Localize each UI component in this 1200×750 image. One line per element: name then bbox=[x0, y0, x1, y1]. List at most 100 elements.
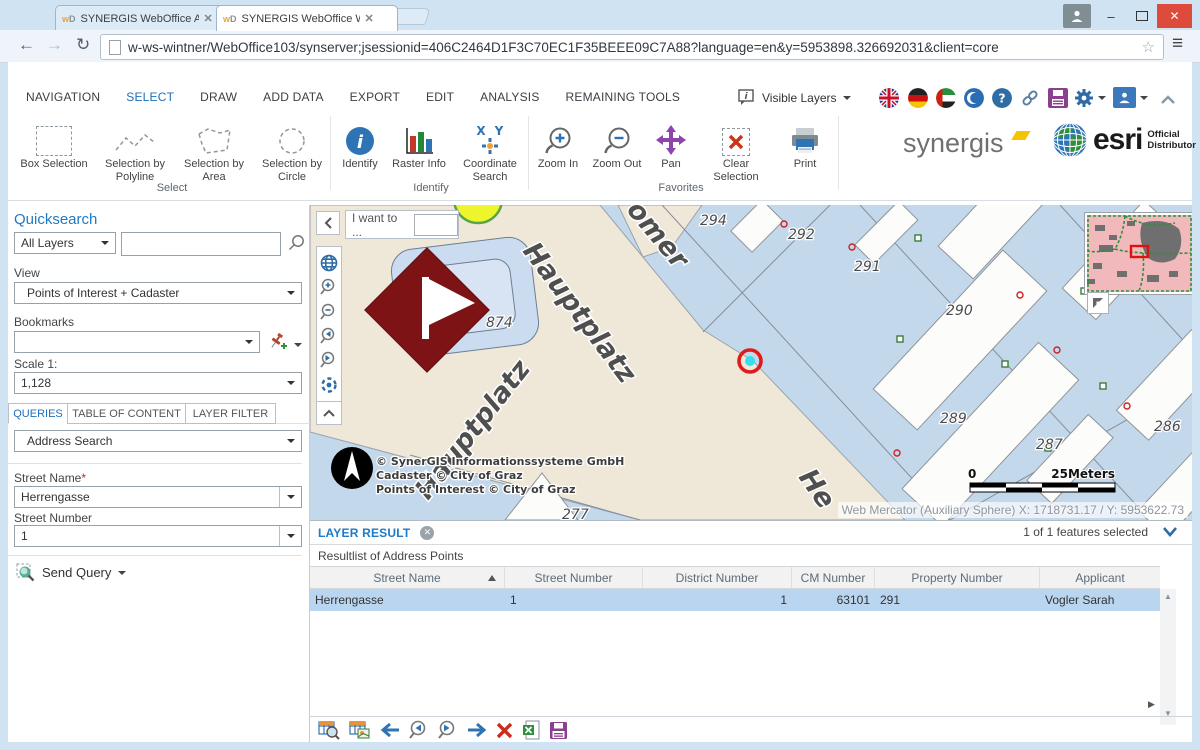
bookmarks-select[interactable] bbox=[14, 331, 260, 353]
forward-icon[interactable]: → bbox=[46, 35, 63, 55]
ribbon-tab-add-data[interactable]: ADD DATA bbox=[263, 90, 324, 104]
column-header[interactable]: Applicant bbox=[1040, 566, 1160, 589]
profile-button[interactable] bbox=[1063, 4, 1091, 28]
zoom-to-result-icon[interactable] bbox=[318, 720, 340, 740]
globe-icon[interactable] bbox=[320, 254, 338, 272]
url-bar[interactable]: w-ws-wintner/WebOffice103/synserver;jses… bbox=[100, 34, 1164, 60]
map-canvas[interactable]: Hauptplatz Pomer Hauptplatz He 874 294 2… bbox=[310, 205, 1192, 520]
sidebar-tab-layer-filter[interactable]: LAYER FILTER bbox=[185, 403, 276, 424]
print-button[interactable]: Print bbox=[780, 114, 830, 171]
selection-by-circle-button[interactable]: Selection by Circle bbox=[254, 114, 330, 184]
result-to-map-icon[interactable] bbox=[349, 720, 371, 740]
scale-select[interactable]: 1,128 bbox=[14, 372, 302, 394]
user-menu-button[interactable] bbox=[1113, 87, 1148, 108]
close-button[interactable]: ✕ bbox=[1157, 4, 1192, 28]
pan-button[interactable]: Pan bbox=[648, 114, 694, 171]
identify-button[interactable]: i Identify bbox=[336, 114, 384, 171]
search-icon[interactable] bbox=[288, 234, 305, 251]
i-want-to-widget[interactable]: I want to ... bbox=[345, 210, 459, 239]
zoom-previous-icon[interactable] bbox=[409, 720, 429, 740]
street-name-select[interactable]: Herrengasse bbox=[14, 486, 302, 508]
flag-crescent-icon[interactable] bbox=[964, 88, 984, 108]
reload-icon[interactable]: ↻ bbox=[76, 35, 90, 55]
column-header[interactable]: Street Number bbox=[505, 566, 643, 589]
quicksearch-input[interactable] bbox=[121, 232, 281, 256]
ribbon-tab-navigation[interactable]: NAVIGATION bbox=[26, 90, 100, 104]
ribbon-tab-edit[interactable]: EDIT bbox=[426, 90, 454, 104]
raster-info-button[interactable]: Raster Info bbox=[388, 114, 450, 171]
save-result-icon[interactable] bbox=[549, 721, 568, 740]
bookmark-star-icon[interactable]: ☆ bbox=[1142, 38, 1155, 56]
browser-tab-2[interactable]: wD SYNERGIS WebOffice Web ✕ bbox=[216, 5, 398, 31]
street-number-select[interactable]: 1 bbox=[14, 525, 302, 547]
map-viewport[interactable]: Hauptplatz Pomer Hauptplatz He 874 294 2… bbox=[310, 205, 1192, 520]
zoom-next-icon[interactable] bbox=[438, 720, 458, 740]
selection-by-polyline-button[interactable]: Selection by Polyline bbox=[96, 114, 174, 184]
view-select[interactable]: Points of Interest + Cadaster bbox=[14, 282, 302, 304]
minimize-button[interactable]: – bbox=[1096, 4, 1126, 28]
visible-layers-button[interactable]: i Visible Layers bbox=[738, 86, 851, 109]
tab-close-icon[interactable]: ✕ bbox=[204, 12, 213, 25]
add-bookmark-icon[interactable] bbox=[266, 331, 288, 353]
next-record-icon[interactable] bbox=[467, 722, 487, 738]
previous-record-icon[interactable] bbox=[380, 722, 400, 738]
browser-tab-1[interactable]: wD SYNERGIS WebOffice Adm ✕ bbox=[55, 5, 227, 31]
column-header[interactable]: CM Number bbox=[792, 566, 875, 589]
collapse-sidebar-button[interactable] bbox=[316, 211, 340, 235]
clear-selection-button[interactable]: Clear Selection bbox=[700, 114, 772, 184]
ribbon-tab-remaining-tools[interactable]: REMAINING TOOLS bbox=[566, 90, 681, 104]
query-select[interactable]: Address Search bbox=[14, 430, 302, 452]
zoom-in-button[interactable]: Zoom In bbox=[532, 114, 584, 171]
layer-result-tab[interactable]: LAYER RESULT bbox=[318, 526, 410, 540]
collapse-panel-icon[interactable] bbox=[1162, 526, 1178, 538]
maximize-button[interactable] bbox=[1127, 4, 1157, 28]
zoom-out-button[interactable]: Zoom Out bbox=[588, 114, 646, 171]
tab-close-icon[interactable]: ✕ bbox=[365, 12, 374, 25]
back-icon[interactable]: ← bbox=[18, 35, 35, 55]
sidebar-tab-table-of-content[interactable]: TABLE OF CONTENT bbox=[67, 403, 186, 424]
export-excel-icon[interactable] bbox=[522, 720, 540, 740]
send-query-button[interactable]: Send Query bbox=[16, 563, 126, 582]
zoom-out-icon[interactable] bbox=[320, 303, 338, 321]
next-extent-icon[interactable] bbox=[320, 351, 338, 369]
flag-uk-icon[interactable] bbox=[879, 88, 899, 108]
save-config-icon[interactable] bbox=[1048, 88, 1068, 108]
ribbon-tab-export[interactable]: EXPORT bbox=[350, 90, 400, 104]
locate-icon[interactable] bbox=[320, 376, 338, 394]
quicksearch-layer-select[interactable]: All Layers bbox=[14, 232, 116, 254]
dropdown-caret-button[interactable] bbox=[279, 487, 301, 507]
map-toolbar-collapse-button[interactable] bbox=[316, 401, 342, 425]
bookmark-menu-chevron-icon[interactable] bbox=[294, 343, 302, 351]
settings-button[interactable] bbox=[1074, 88, 1106, 108]
overview-map[interactable] bbox=[1085, 213, 1192, 294]
ribbon-tab-analysis[interactable]: ANALYSIS bbox=[480, 90, 539, 104]
scroll-up-icon[interactable]: ▲ bbox=[1160, 592, 1176, 601]
scroll-right-icon[interactable]: ▶ bbox=[1148, 699, 1155, 710]
close-result-icon[interactable]: ✕ bbox=[420, 526, 434, 540]
previous-extent-icon[interactable] bbox=[320, 327, 338, 345]
dropdown-caret-button[interactable] bbox=[279, 526, 301, 546]
sidebar-tab-queries[interactable]: QUERIES bbox=[8, 403, 68, 424]
box-selection-button[interactable]: Box Selection bbox=[14, 114, 94, 171]
i-want-to-input[interactable] bbox=[414, 214, 458, 236]
ribbon-tab-select[interactable]: SELECT bbox=[126, 90, 174, 104]
coordinate-search-button[interactable]: X Y Coordinate Search bbox=[454, 114, 526, 184]
flag-uae-icon[interactable] bbox=[936, 88, 956, 108]
url-text[interactable]: w-ws-wintner/WebOffice103/synserver;jses… bbox=[128, 40, 1134, 55]
column-header[interactable]: Street Name bbox=[310, 566, 505, 589]
overview-map-toggle-button[interactable] bbox=[1087, 292, 1109, 314]
result-table-row-selected[interactable]: Herrengasse 1 1 63101 291 Vogler Sarah bbox=[310, 589, 1160, 611]
column-header[interactable]: Property Number bbox=[875, 566, 1040, 589]
collapse-ribbon-icon[interactable] bbox=[1160, 92, 1176, 110]
vertical-scrollbar[interactable]: ▲ ▼ bbox=[1160, 589, 1176, 725]
selection-by-area-button[interactable]: Selection by Area bbox=[176, 114, 252, 184]
help-icon[interactable]: ? bbox=[992, 88, 1012, 108]
zoom-in-icon[interactable] bbox=[320, 278, 338, 296]
menu-icon[interactable]: ≡ bbox=[1172, 33, 1183, 55]
column-header[interactable]: District Number bbox=[643, 566, 792, 589]
remove-result-icon[interactable] bbox=[496, 722, 513, 739]
ribbon-tab-draw[interactable]: DRAW bbox=[200, 90, 237, 104]
flag-germany-icon[interactable] bbox=[908, 88, 928, 108]
svg-text:?: ? bbox=[998, 91, 1005, 106]
link-icon[interactable] bbox=[1020, 88, 1040, 108]
